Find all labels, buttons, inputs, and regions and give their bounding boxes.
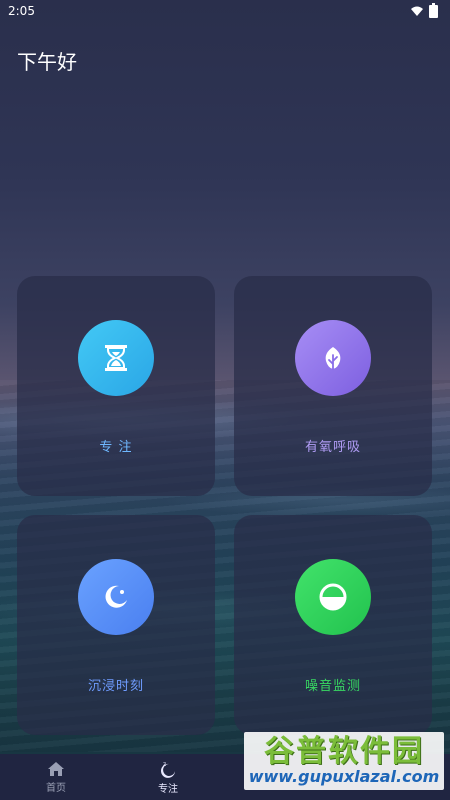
- immersive-moment-card-label: 沉浸时刻: [87, 679, 144, 694]
- svg-text:z: z: [163, 761, 166, 768]
- tab-focus[interactable]: z 专注: [112, 754, 224, 800]
- immersive-moment-card[interactable]: 沉浸时刻: [17, 515, 215, 735]
- site-watermark: 谷普软件园 www.gupuxlazal.com: [244, 732, 444, 790]
- focus-card[interactable]: 专 注: [17, 276, 215, 496]
- tab-home-label: 首页: [46, 782, 66, 794]
- home-icon: [48, 761, 64, 776]
- tab-focus-label: 专注: [158, 783, 178, 795]
- watermark-title: 谷普软件园: [264, 734, 424, 769]
- status-icons: [411, 2, 438, 18]
- tab-home[interactable]: 首页: [0, 754, 112, 800]
- greeting-title: 下午好: [17, 50, 77, 74]
- focus-card-label: 专 注: [99, 440, 133, 455]
- aerobic-breathing-card[interactable]: 有氧呼吸: [234, 276, 432, 496]
- hourglass-icon: [78, 320, 154, 396]
- battery-icon: [429, 2, 438, 18]
- noise-monitor-card-label: 噪音监测: [304, 679, 361, 694]
- leaf-icon: [295, 320, 371, 396]
- noise-monitor-card[interactable]: 噪音监测: [234, 515, 432, 735]
- watermark-url: www.gupuxlazal.com: [248, 767, 440, 786]
- half-circle-icon: [295, 559, 371, 635]
- moon-zz-icon: z: [161, 761, 175, 778]
- wifi-icon: [411, 6, 423, 16]
- status-bar: 2:05: [0, 0, 450, 22]
- moon-icon: [78, 559, 154, 635]
- aerobic-breathing-card-label: 有氧呼吸: [304, 440, 361, 455]
- status-time: 2:05: [8, 4, 35, 18]
